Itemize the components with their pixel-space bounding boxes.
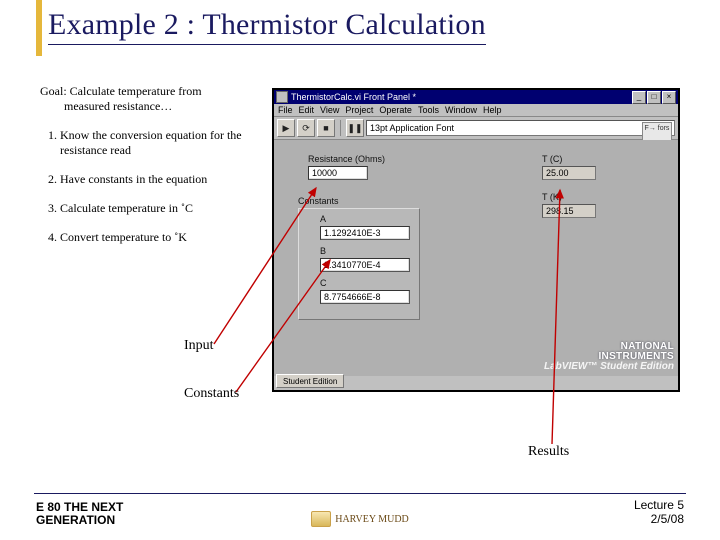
tk-label: T (K) <box>542 192 562 202</box>
menu-operate[interactable]: Operate <box>379 105 412 115</box>
step-1: Know the conversion equation for the res… <box>60 128 280 158</box>
goal-text: Goal: Calculate temperature from measure… <box>40 84 250 114</box>
abort-icon[interactable]: ■ <box>317 119 335 137</box>
maximize-button[interactable]: □ <box>647 91 661 104</box>
callout-input: Input <box>184 338 214 354</box>
steps-list: Know the conversion equation for the res… <box>40 128 280 259</box>
menubar: File Edit View Project Operate Tools Win… <box>274 104 678 117</box>
menu-project[interactable]: Project <box>345 105 373 115</box>
toolbar-separator <box>340 120 341 136</box>
tc-label: T (C) <box>542 154 562 164</box>
resistance-label: Resistance (Ohms) <box>308 154 385 164</box>
harvey-mudd-text: HARVEY MUDD <box>335 514 409 525</box>
brand-labview: LabVIEW™ Student Edition <box>544 361 674 372</box>
footer-right: Lecture 5 2/5/08 <box>634 499 684 527</box>
harvey-mudd-mark-icon <box>311 511 331 527</box>
front-panel: Resistance (Ohms) 10000 T (C) 25.00 T (K… <box>274 140 678 376</box>
menu-view[interactable]: View <box>320 105 339 115</box>
footer-right-l2: 2/5/08 <box>651 512 684 526</box>
step-2: Have constants in the equation <box>60 172 280 187</box>
pause-icon[interactable]: ❚❚ <box>346 119 364 137</box>
constants-label: Constants <box>298 196 339 206</box>
harvey-mudd-logo: HARVEY MUDD <box>311 511 409 527</box>
tc-output: 25.00 <box>542 166 596 180</box>
titlebar: ThermistorCalc.vi Front Panel * _ □ × <box>274 90 678 104</box>
const-a-label: A <box>320 214 326 224</box>
run-cont-icon[interactable]: ⟳ <box>297 119 315 137</box>
step-4: Convert temperature to ˚K <box>60 230 280 245</box>
const-c-label: C <box>320 278 327 288</box>
menu-edit[interactable]: Edit <box>299 105 315 115</box>
menu-window[interactable]: Window <box>445 105 477 115</box>
const-a-input[interactable]: 1.1292410E-3 <box>320 226 410 240</box>
goal-line2: measured resistance… <box>40 99 250 114</box>
const-b-input[interactable]: 2.3410770E-4 <box>320 258 410 272</box>
footer-divider <box>34 493 686 494</box>
menu-file[interactable]: File <box>278 105 293 115</box>
step-3: Calculate temperature in ˚C <box>60 201 280 216</box>
close-button[interactable]: × <box>662 91 676 104</box>
run-arrow-icon[interactable]: ▶ <box>277 119 295 137</box>
labview-window: ThermistorCalc.vi Front Panel * _ □ × Fi… <box>272 88 680 392</box>
status-bar: Student Edition <box>276 374 344 388</box>
footer-right-l1: Lecture 5 <box>634 498 684 512</box>
callout-results: Results <box>528 444 569 460</box>
const-c-input[interactable]: 8.7754666E-8 <box>320 290 410 304</box>
accent-bar <box>36 0 42 56</box>
footer-center: HARVEY MUDD <box>0 511 720 527</box>
const-b-label: B <box>320 246 326 256</box>
font-label: 13pt Application Font <box>370 123 454 133</box>
ni-brand: NATIONAL INSTRUMENTS LabVIEW™ Student Ed… <box>544 342 674 372</box>
brand-instruments: INSTRUMENTS <box>544 352 674 362</box>
resistance-input[interactable]: 10000 <box>308 166 368 180</box>
menu-help[interactable]: Help <box>483 105 502 115</box>
callout-constants: Constants <box>184 386 239 402</box>
window-title: ThermistorCalc.vi Front Panel * <box>291 92 416 102</box>
font-selector[interactable]: 13pt Application Font <box>366 120 675 136</box>
slide-title: Example 2 : Thermistor Calculation <box>48 8 486 45</box>
menu-tools[interactable]: Tools <box>418 105 439 115</box>
goal-line1: Goal: Calculate temperature from <box>40 84 202 98</box>
toolbar: ▶ ⟳ ■ ❚❚ 13pt Application Font <box>274 117 678 140</box>
minimize-button[interactable]: _ <box>632 91 646 104</box>
tk-output: 298.15 <box>542 204 596 218</box>
app-icon <box>276 91 288 103</box>
